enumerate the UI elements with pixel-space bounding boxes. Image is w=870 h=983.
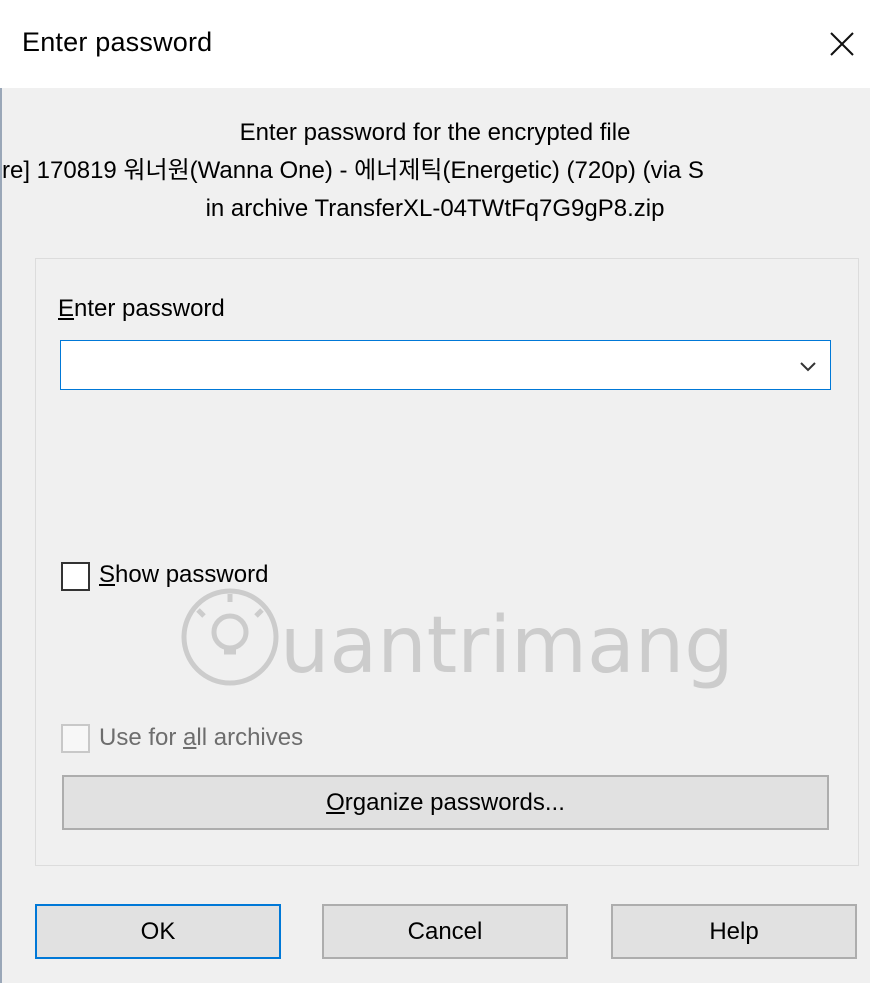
password-label: Enter password	[58, 295, 225, 323]
info-heading: Enter password for the encrypted file	[239, 119, 631, 146]
use-for-all-mnemonic: a	[183, 724, 197, 751]
use-for-all-label[interactable]: Use for all archives	[99, 724, 303, 752]
show-password-label[interactable]: Show password	[99, 561, 268, 589]
help-button[interactable]: Help	[611, 904, 857, 959]
cancel-label: Cancel	[407, 917, 483, 945]
password-label-mnemonic: E	[58, 295, 75, 322]
chevron-down-icon[interactable]	[796, 354, 820, 378]
encrypted-file-name: re] 170819 워너원(Wanna One) - 에너제틱(Energet…	[2, 157, 704, 184]
archive-name: in archive TransferXL-04TWtFq7G9gP8.zip	[205, 195, 665, 222]
use-for-all-checkbox[interactable]	[61, 724, 90, 753]
cancel-button[interactable]: Cancel	[322, 904, 568, 959]
use-for-all-pre: Use for	[99, 724, 184, 751]
title-bar: Enter password	[0, 0, 870, 88]
ok-label: OK	[140, 917, 176, 945]
organize-passwords-button[interactable]: Organize passwords...	[62, 775, 829, 830]
close-button[interactable]	[820, 22, 864, 66]
use-for-all-post: ll archives	[196, 724, 304, 751]
ok-button[interactable]: OK	[35, 904, 281, 959]
show-password-checkbox[interactable]	[61, 562, 90, 591]
password-combobox[interactable]	[60, 340, 831, 390]
organize-mnemonic: O	[326, 788, 345, 816]
close-icon	[830, 32, 854, 56]
window-title: Enter password	[22, 27, 213, 57]
show-password-text: how password	[115, 561, 269, 588]
organize-text: rganize passwords...	[344, 788, 565, 816]
password-label-text: nter password	[74, 295, 225, 322]
show-password-mnemonic: S	[99, 561, 116, 588]
file-info: Enter password for the encrypted file re…	[0, 114, 870, 228]
help-label: Help	[709, 917, 759, 945]
